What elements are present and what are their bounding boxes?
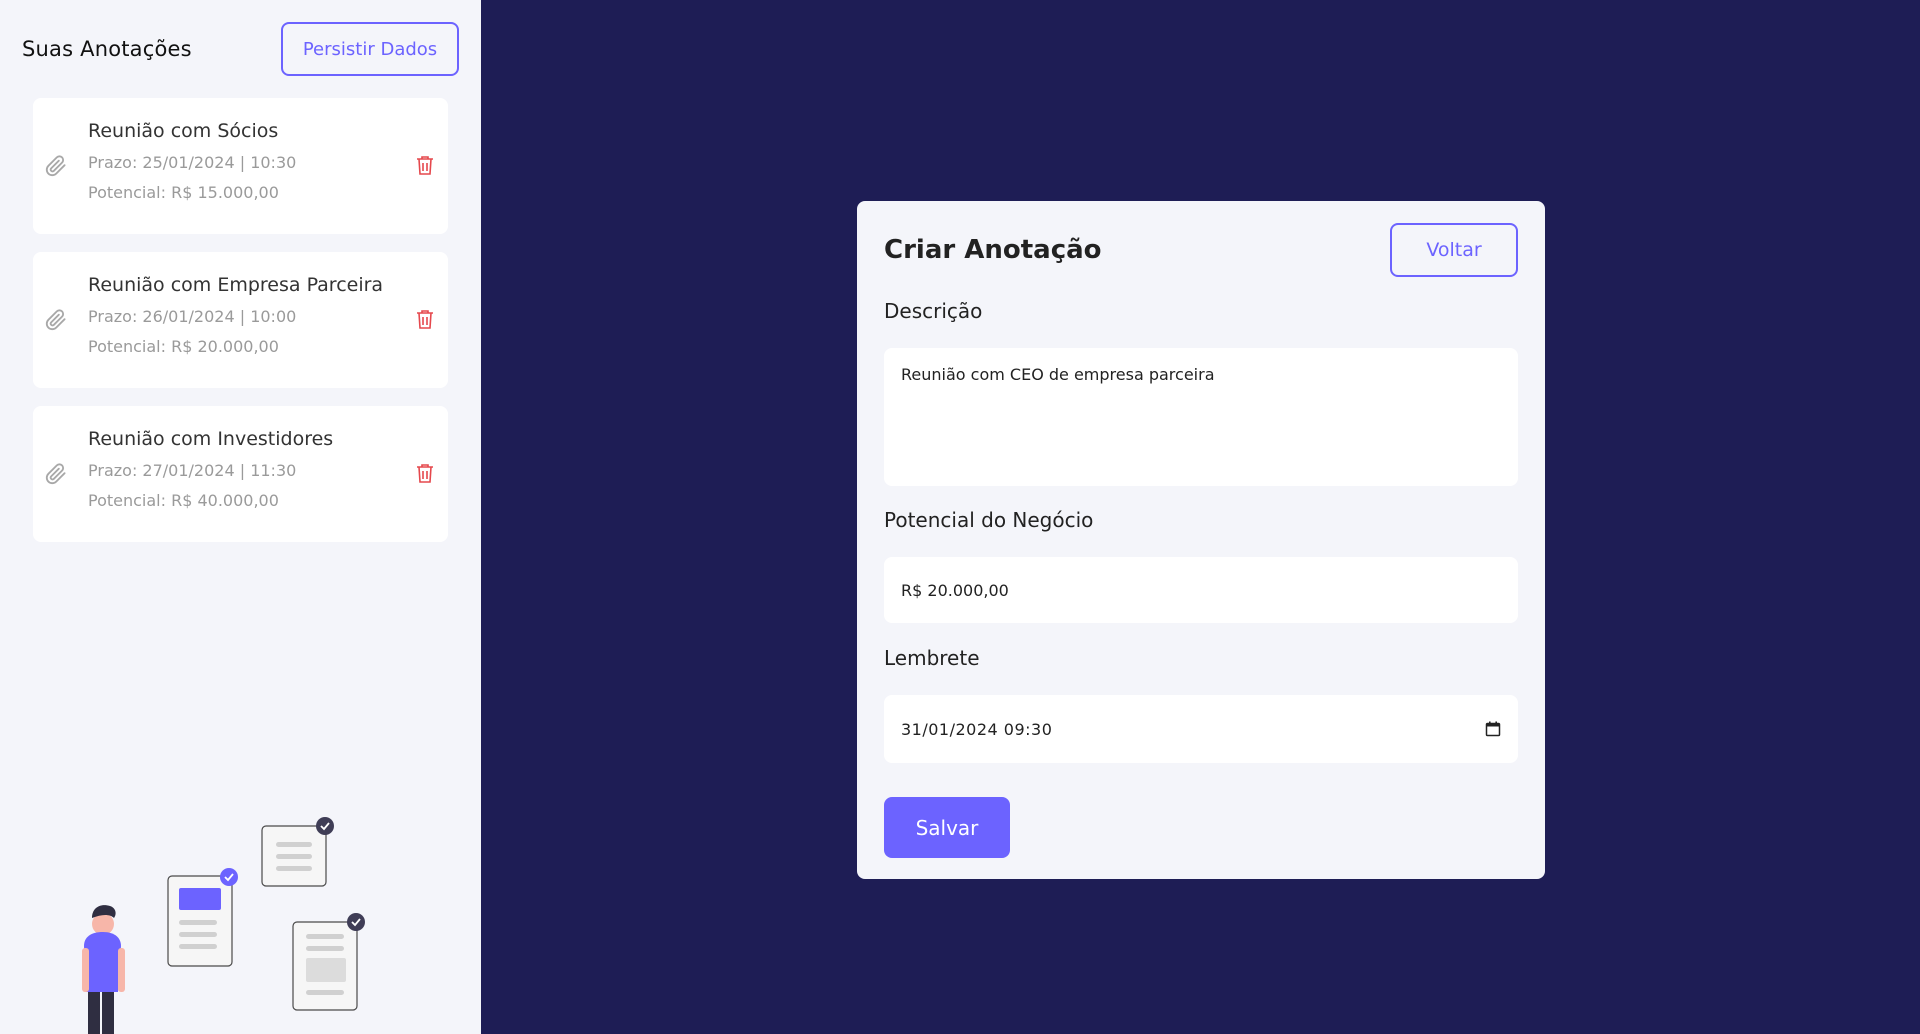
calendar-icon[interactable] [1485,721,1501,737]
note-deadline: Prazo: 27/01/2024 | 11:30 [88,461,297,480]
person-with-documents-illustration [82,817,365,1034]
modal-title: Criar Anotação [884,235,1102,265]
description-label: Descrição [884,299,983,323]
note-deadline: Prazo: 25/01/2024 | 10:30 [88,153,297,172]
note-card[interactable]: Reunião com Sócios Prazo: 25/01/2024 | 1… [33,98,448,234]
reminder-datetime-input[interactable]: 31/01/2024 09:30 [884,695,1518,763]
trash-icon[interactable] [416,463,434,483]
create-note-modal: Criar Anotação Voltar Descrição Reunião … [857,201,1545,879]
note-card[interactable]: Reunião com Investidores Prazo: 27/01/20… [33,406,448,542]
save-button[interactable]: Salvar [884,797,1010,858]
potential-label: Potencial do Negócio [884,508,1094,532]
note-potential: Potencial: R$ 40.000,00 [88,491,279,510]
paperclip-icon [45,309,66,331]
note-potential: Potencial: R$ 20.000,00 [88,337,279,356]
potential-input[interactable]: R$ 20.000,00 [884,557,1518,623]
note-card[interactable]: Reunião com Empresa Parceira Prazo: 26/0… [33,252,448,388]
sidebar-title: Suas Anotações [22,37,192,61]
trash-icon[interactable] [416,155,434,175]
trash-icon[interactable] [416,309,434,329]
sidebar-header: Suas Anotações Persistir Dados [22,22,459,76]
reminder-value: 31/01/2024 09:30 [901,719,1053,739]
note-title: Reunião com Sócios [88,120,279,142]
note-potential: Potencial: R$ 15.000,00 [88,183,279,202]
note-content: Reunião com Empresa Parceira Prazo: 26/0… [88,274,383,367]
note-title: Reunião com Empresa Parceira [88,274,384,296]
note-content: Reunião com Sócios Prazo: 25/01/2024 | 1… [88,120,296,213]
description-textarea[interactable]: Reunião com CEO de empresa parceira [884,348,1518,486]
note-content: Reunião com Investidores Prazo: 27/01/20… [88,428,333,521]
reminder-label: Lembrete [884,646,980,670]
notes-list: Reunião com Sócios Prazo: 25/01/2024 | 1… [33,98,448,560]
back-button[interactable]: Voltar [1390,223,1518,277]
paperclip-icon [45,463,66,485]
persist-data-button[interactable]: Persistir Dados [281,22,459,76]
note-title: Reunião com Investidores [88,428,334,450]
note-deadline: Prazo: 26/01/2024 | 10:00 [88,307,297,326]
notes-sidebar: Suas Anotações Persistir Dados Reunião c… [0,0,481,1034]
paperclip-icon [45,155,66,177]
